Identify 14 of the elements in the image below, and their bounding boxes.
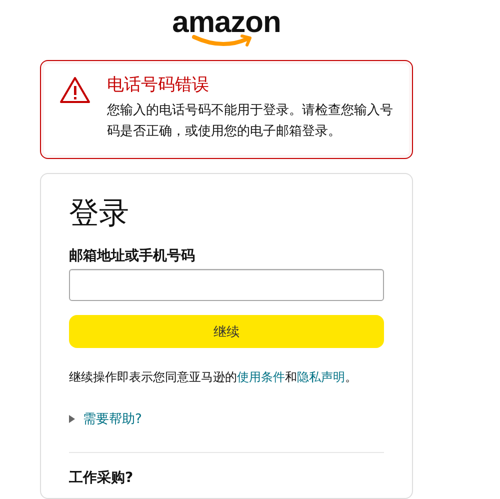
terms-text: 继续操作即表示您同意亚马逊的使用条件和隐私声明。 (69, 369, 357, 386)
alert-message: 您输入的电话号码不能用于登录。请检查您输入号码是否正确，或使用您的电子邮箱登录。 (107, 102, 394, 142)
continue-button[interactable]: 继续 (69, 315, 384, 348)
terms-link[interactable]: 使用条件 (237, 370, 285, 384)
field-label: 邮箱地址或手机号码 (69, 247, 195, 266)
signin-heading: 登录 (69, 195, 129, 234)
smile-arrow-icon (192, 34, 254, 48)
privacy-link[interactable]: 隐私声明 (297, 370, 345, 384)
help-link[interactable]: 需要帮助? (83, 410, 142, 428)
warning-icon (59, 76, 91, 104)
input-field[interactable] (69, 269, 384, 302)
alert-title: 电话号码错误 (107, 74, 210, 96)
business-heading: 工作采购? (69, 469, 134, 488)
logo-text: amazon (172, 8, 281, 38)
